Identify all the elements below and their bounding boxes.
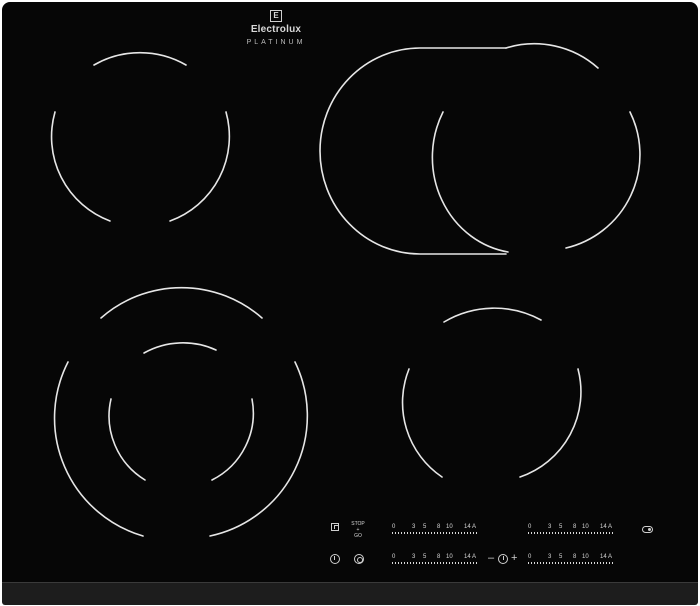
tick-label: 10 (582, 554, 589, 560)
power-icon[interactable] (330, 554, 340, 564)
tick-label: 14 A (464, 524, 477, 530)
tick-label: 3 (548, 554, 552, 560)
cooking-zones (50, 42, 641, 537)
brand-name: Electrolux (250, 24, 302, 35)
tick-label: 3 (412, 554, 416, 560)
scale-bottom-right[interactable]: 0 3 5 8 10 14 A (528, 554, 614, 564)
scale-top-right[interactable]: 0 3 5 8 10 14 A (528, 524, 614, 534)
tick-label: 10 (582, 524, 589, 530)
tick-label: 8 (437, 524, 441, 530)
tick-label: 8 (573, 524, 577, 530)
induction-hob: E Electrolux PLATINUM STOP + GO 0 3 5 8 … (0, 0, 700, 606)
zone-top-left[interactable] (50, 51, 231, 222)
zone-select-icon[interactable] (354, 554, 364, 564)
scale-bar (392, 562, 478, 564)
tick-label: 0 (392, 554, 396, 560)
go-label: GO (354, 533, 362, 539)
scale-top-left[interactable]: 0 3 5 8 10 14 A (392, 524, 478, 534)
tick-label: 0 (528, 524, 532, 530)
zone-bottom-left-dual[interactable] (53, 286, 309, 537)
lock-icon[interactable] (331, 523, 339, 531)
zone-bottom-right[interactable] (401, 307, 582, 478)
tick-label: 10 (446, 524, 453, 530)
tick-label: 5 (559, 554, 563, 560)
bridge-icon[interactable] (642, 526, 653, 533)
tick-label: 0 (392, 524, 396, 530)
tick-label: 3 (548, 524, 552, 530)
product-line: PLATINUM (246, 39, 306, 46)
tick-label: 14 A (600, 554, 613, 560)
tick-label: 5 (559, 524, 563, 530)
tick-label: 3 (412, 524, 416, 530)
scale-bar (528, 562, 614, 564)
zone-top-right-bridge[interactable] (319, 42, 641, 255)
timer-icon[interactable] (498, 554, 508, 564)
tick-label: 8 (573, 554, 577, 560)
scale-bar (392, 532, 478, 534)
tick-label: 8 (437, 554, 441, 560)
scale-bar (528, 532, 614, 534)
timer-minus-button[interactable]: – (488, 553, 494, 564)
brand-logo: E Electrolux PLATINUM (230, 10, 322, 46)
tick-label: 5 (423, 554, 427, 560)
electrolux-logo-icon: E (270, 10, 282, 22)
stop-go-button[interactable]: STOP + GO (350, 521, 366, 539)
scale-bottom-left[interactable]: 0 3 5 8 10 14 A (392, 554, 478, 564)
tick-label: 10 (446, 554, 453, 560)
tick-label: 14 A (464, 554, 477, 560)
tick-label: 0 (528, 554, 532, 560)
timer-plus-button[interactable]: + (511, 553, 517, 564)
tick-label: 14 A (600, 524, 613, 530)
tick-label: 5 (423, 524, 427, 530)
